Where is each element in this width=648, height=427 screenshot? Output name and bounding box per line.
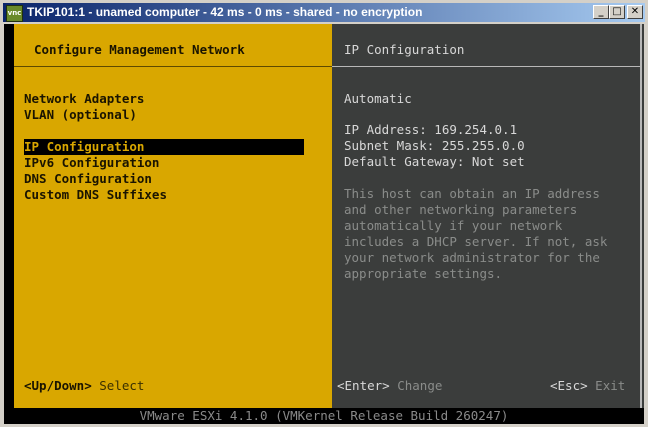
menu-divider bbox=[14, 66, 332, 67]
enter-key-hint[interactable]: <Enter> Change bbox=[337, 378, 442, 394]
menu-item[interactable]: VLAN (optional) bbox=[24, 107, 304, 123]
detail-border bbox=[640, 24, 642, 408]
menu-item[interactable]: Custom DNS Suffixes bbox=[24, 187, 304, 203]
window-title: TKIP101:1 - unamed computer - 42 ms - 0 … bbox=[27, 5, 423, 19]
minimize-button[interactable]: _ bbox=[593, 5, 609, 19]
change-action: Change bbox=[397, 378, 443, 393]
description-line: This host can obtain an IP address bbox=[344, 186, 600, 201]
description-line: includes a DHCP server. If not, ask bbox=[344, 234, 608, 249]
description-line: appropriate settings. bbox=[344, 266, 503, 281]
esc-key-hint[interactable]: <Esc> Exit bbox=[550, 378, 625, 394]
description-line: your network administrator for the bbox=[344, 250, 600, 265]
menu-title: Configure Management Network bbox=[34, 42, 245, 57]
close-button[interactable]: ✕ bbox=[627, 5, 643, 19]
detail-title: IP Configuration bbox=[344, 42, 465, 57]
up-down-key-hint: <Up/Down> Select bbox=[24, 378, 144, 394]
vnc-icon[interactable]: vnc bbox=[6, 5, 23, 22]
enter-key: <Enter> bbox=[337, 378, 390, 393]
maximize-button[interactable]: □ bbox=[609, 5, 625, 19]
subnet-mask: Subnet Mask: 255.255.0.0 bbox=[344, 138, 525, 153]
ip-mode: Automatic bbox=[344, 91, 412, 106]
footer-build-info: VMware ESXi 4.1.0 (VMKernel Release Buil… bbox=[4, 408, 644, 424]
up-down-key: <Up/Down> bbox=[24, 378, 92, 393]
menu-item[interactable]: DNS Configuration bbox=[24, 171, 304, 187]
ip-address: IP Address: 169.254.0.1 bbox=[344, 122, 518, 137]
menu-item[interactable]: IP Configuration bbox=[24, 139, 304, 155]
default-gateway: Default Gateway: Not set bbox=[344, 154, 525, 169]
console-screen[interactable]: Configure Management Network Network Ada… bbox=[4, 24, 644, 424]
esc-key: <Esc> bbox=[550, 378, 588, 393]
title-bar[interactable]: vnc TKIP101:1 - unamed computer - 42 ms … bbox=[3, 3, 645, 22]
menu-item[interactable]: Network Adapters bbox=[24, 91, 304, 107]
description-line: and other networking parameters bbox=[344, 202, 578, 217]
description-line: automatically if your network bbox=[344, 218, 563, 233]
menu-panel bbox=[14, 24, 332, 408]
menu-item[interactable]: IPv6 Configuration bbox=[24, 155, 304, 171]
exit-action: Exit bbox=[595, 378, 626, 393]
vnc-window: vnc TKIP101:1 - unamed computer - 42 ms … bbox=[0, 0, 648, 427]
detail-divider bbox=[332, 66, 640, 67]
select-action: Select bbox=[99, 378, 145, 393]
